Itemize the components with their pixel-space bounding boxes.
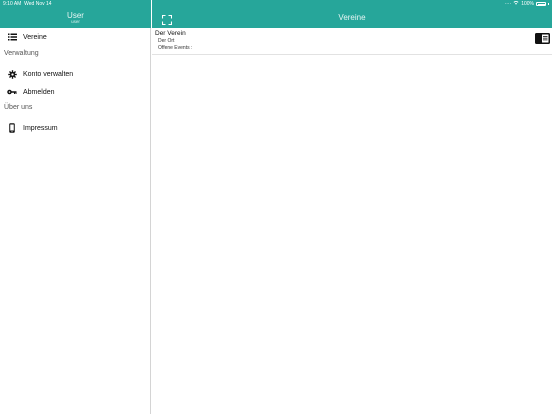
list-icon [7,32,17,42]
battery-icon [536,2,546,6]
battery-tip [548,3,549,5]
sidebar-item-konto-verwalten[interactable]: Konto verwalten [0,66,151,82]
club-place: Der Ort [158,38,175,44]
status-right: ···· 100% [505,0,549,8]
status-time: 9:10 AM [3,1,22,7]
status-date: Wed Nov 14 [24,1,52,7]
signal-icon: ···· [504,1,512,7]
sidebar-item-impressum[interactable]: Impressum [0,120,151,136]
sidebar: User user Vereine Verwaltung Konto verwa… [0,0,151,414]
club-open-events: Offene Events : [158,45,193,51]
page-title: Vereine [338,13,366,22]
section-header-ueber-uns: Über uns [4,104,33,111]
list-item[interactable]: Der Verein Der Ort Offene Events : [152,28,552,55]
sidebar-item-label: Vereine [23,33,47,41]
status-time-date: 9:10 AM Wed Nov 14 [3,0,52,8]
sidebar-item-label: Abmelden [23,88,55,96]
sidebar-item-abmelden[interactable]: Abmelden [0,84,151,100]
sidebar-item-label: Konto verwalten [23,70,74,78]
key-icon [7,87,17,97]
battery-percent: 100% [521,1,534,7]
section-header-verwaltung: Verwaltung [4,50,39,57]
phone-icon [7,123,17,133]
gear-icon [7,69,17,79]
details-icon[interactable] [535,31,550,44]
club-name: Der Verein [155,30,186,37]
sidebar-item-vereine[interactable]: Vereine [0,29,151,45]
user-subtitle: user [71,19,80,24]
status-bar: 9:10 AM Wed Nov 14 ···· 100% [0,0,552,8]
sidebar-item-label: Impressum [23,124,58,132]
main-pane: Vereine Der Verein Der Ort Offene Events… [152,0,552,414]
wifi-icon [513,0,519,8]
